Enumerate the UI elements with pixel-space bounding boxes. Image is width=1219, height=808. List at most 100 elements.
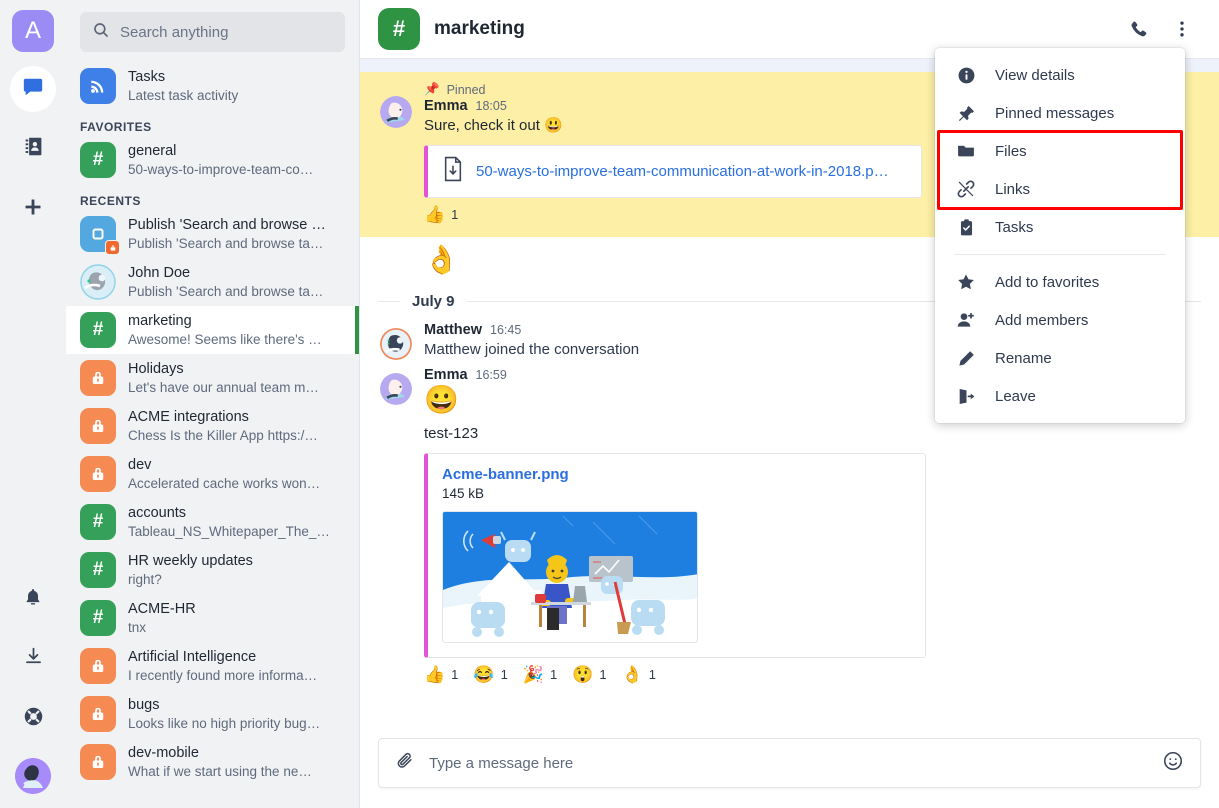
sidebar-item-hr-weekly-updates[interactable]: # HR weekly updates right?	[66, 546, 359, 594]
image-thumbnail[interactable]	[442, 511, 698, 643]
joy-icon: 😂	[473, 665, 495, 684]
menu-item-tasks[interactable]: Tasks	[935, 208, 1185, 246]
reaction-chip[interactable]: 😲 1	[572, 666, 606, 683]
sidebar-item-dev-mobile[interactable]: dev-mobile What if we start using the ne…	[66, 738, 359, 786]
astonished-icon: 😲	[572, 665, 594, 684]
search-box[interactable]	[80, 12, 345, 52]
phone-icon[interactable]	[1125, 16, 1151, 42]
message-author: Emma	[424, 367, 468, 383]
reaction-count: 1	[549, 667, 558, 682]
sidebar-item-accounts[interactable]: # accounts Tableau_NS_Whitepaper_The_…	[66, 498, 359, 546]
reaction-bar: 👍 1 😂 1 🎉 1 😲 1 👌 1	[424, 666, 1201, 683]
help-icon	[23, 706, 44, 732]
image-file-name[interactable]: Acme-banner.png	[442, 466, 911, 483]
avatar	[380, 373, 412, 405]
private-lock-badge	[105, 240, 120, 255]
sidebar-item-acme-integrations[interactable]: ACME integrations Chess Is the Killer Ap…	[66, 402, 359, 450]
rail-item-notifications[interactable]	[10, 576, 56, 622]
menu-item-links[interactable]: Links	[935, 170, 1185, 208]
menu-item-label: Rename	[995, 349, 1052, 367]
rail-item-help[interactable]	[10, 696, 56, 742]
chat-icon	[22, 76, 44, 103]
sidebar-item-text: Publish 'Search and browse … Publish 'Se…	[128, 216, 345, 253]
reaction-chip[interactable]: 👍 1	[424, 666, 458, 683]
menu-item-add-to-favorites[interactable]: Add to favorites	[935, 263, 1185, 301]
sidebar-item-title: ACME integrations	[128, 408, 249, 425]
hash-icon: #	[80, 552, 116, 588]
sidebar-item-marketing[interactable]: # marketing Awesome! Seems like there's …	[66, 306, 359, 354]
folder-icon	[955, 141, 977, 161]
sidebar-item-title: ACME-HR	[128, 600, 196, 617]
file-name-link[interactable]: 50-ways-to-improve-team-communication-at…	[476, 163, 889, 180]
lock-icon	[80, 456, 116, 492]
bell-icon	[23, 587, 43, 612]
menu-item-add-members[interactable]: Add members	[935, 301, 1185, 339]
lock-icon	[80, 648, 116, 684]
sidebar-item-title: HR weekly updates	[128, 552, 253, 569]
message-input[interactable]	[429, 754, 1148, 772]
workspace-logo[interactable]: A	[12, 10, 54, 52]
reaction-chip[interactable]: 😂 1	[473, 666, 507, 683]
search-input[interactable]	[120, 23, 333, 41]
clipboard-check-icon	[955, 218, 977, 237]
sidebar-item-subtitle: I recently found more informa…	[128, 667, 318, 683]
sidebar-item-subtitle: Let's have our annual team m…	[128, 379, 319, 395]
star-icon	[955, 272, 977, 292]
sidebar-item-dev[interactable]: dev Accelerated cache works won…	[66, 450, 359, 498]
sidebar-section-recents: RECENTS	[80, 194, 141, 208]
sidebar-item-general[interactable]: # general 50-ways-to-improve-team-co…	[66, 136, 359, 184]
menu-item-leave[interactable]: Leave	[935, 377, 1185, 415]
add-person-icon	[955, 310, 977, 330]
more-vertical-icon[interactable]	[1169, 16, 1195, 42]
file-attachment-card[interactable]: 50-ways-to-improve-team-communication-at…	[424, 145, 922, 198]
sidebar-item-title: dev-mobile	[128, 744, 199, 761]
channel-options-menu[interactable]: View details Pinned messages Files Links…	[935, 48, 1185, 423]
image-attachment-card[interactable]: Acme-banner.png 145 kB	[424, 453, 926, 658]
sidebar-item-text: Tasks Latest task activity	[128, 68, 345, 105]
sidebar-item-holidays[interactable]: Holidays Let's have our annual team m…	[66, 354, 359, 402]
composer-container	[360, 726, 1219, 808]
page-title: marketing	[434, 18, 525, 39]
sidebar-item-acme-hr[interactable]: # ACME-HR tnx	[66, 594, 359, 642]
sidebar-item-subtitle: Publish 'Search and browse ta…	[128, 283, 324, 299]
sidebar-item-subtitle: Accelerated cache works won…	[128, 475, 321, 491]
sidebar-item-bugs[interactable]: bugs Looks like no high priority bug…	[66, 690, 359, 738]
sidebar-item-title: Tasks	[128, 68, 166, 85]
menu-item-rename[interactable]: Rename	[935, 339, 1185, 377]
sidebar-item-subtitle: Latest task activity	[128, 87, 239, 103]
sidebar-item-text: Holidays Let's have our annual team m…	[128, 360, 345, 397]
exit-icon	[955, 387, 977, 406]
rail-item-contacts[interactable]	[10, 126, 56, 172]
reaction-chip[interactable]: 👌 1	[622, 666, 656, 683]
rail-item-downloads[interactable]	[10, 636, 56, 682]
pin-icon	[955, 104, 977, 123]
menu-item-label: Tasks	[995, 218, 1034, 236]
menu-item-files[interactable]: Files	[935, 132, 1185, 170]
message-author: Emma	[424, 98, 468, 114]
sidebar-item-text: dev-mobile What if we start using the ne…	[128, 744, 345, 781]
user-avatar[interactable]	[15, 758, 51, 794]
sidebar-item-publish-search[interactable]: Publish 'Search and browse … Publish 'Se…	[66, 210, 359, 258]
menu-item-view-details[interactable]: View details	[935, 56, 1185, 94]
reaction-chip[interactable]: 👍 1	[424, 206, 458, 223]
rail-item-add[interactable]	[10, 186, 56, 232]
paperclip-icon[interactable]	[395, 751, 415, 776]
sidebar-item-title: marketing	[128, 312, 192, 329]
day-separator-label: July 9	[412, 293, 455, 310]
message-composer[interactable]	[378, 738, 1201, 788]
sidebar-item-subtitle: Chess Is the Killer App https:/…	[128, 427, 318, 443]
sidebar-item-tasks[interactable]: Tasks Latest task activity	[66, 62, 359, 110]
message-time: 18:05	[475, 99, 507, 113]
reaction-chip[interactable]: 🎉 1	[523, 666, 557, 683]
rail-item-chat[interactable]	[10, 66, 56, 112]
sidebar-item-text: marketing Awesome! Seems like there's …	[128, 312, 345, 349]
sidebar-item-text: dev Accelerated cache works won…	[128, 456, 345, 493]
contacts-icon	[23, 136, 44, 162]
search-icon	[92, 21, 110, 44]
menu-item-pinned-messages[interactable]: Pinned messages	[935, 94, 1185, 132]
emoji-icon[interactable]	[1162, 750, 1184, 777]
sidebar-item-artificial-intelligence[interactable]: Artificial Intelligence I recently found…	[66, 642, 359, 690]
reaction-count: 1	[599, 667, 607, 682]
sidebar-item-john-doe[interactable]: John Doe Publish 'Search and browse ta…	[66, 258, 359, 306]
sidebar-list[interactable]: Tasks Latest task activity FAVORITES # g…	[66, 58, 359, 808]
